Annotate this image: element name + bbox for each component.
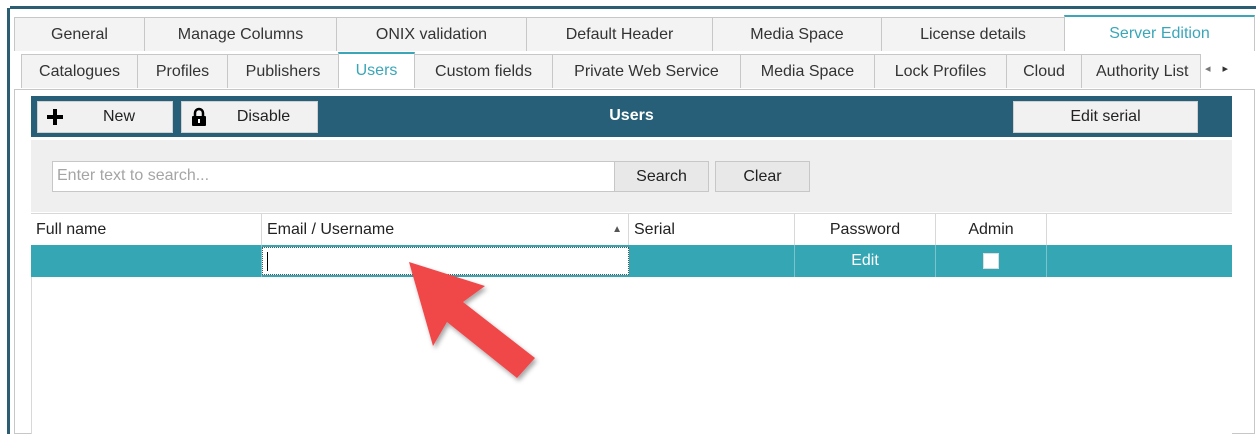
window-frame-left <box>0 0 10 434</box>
red-arrow-icon <box>409 262 535 378</box>
tab-media-space-general[interactable]: Media Space <box>712 17 882 51</box>
users-toolbar: Users New Disable Edit serial <box>31 96 1232 137</box>
window-frame-top <box>7 6 1256 9</box>
edit-serial-button[interactable]: Edit serial <box>1013 101 1198 133</box>
tab-custom-fields[interactable]: Custom fields <box>414 54 553 88</box>
tab-scroll-buttons: ◂▸ <box>1205 62 1240 75</box>
tab-cloud[interactable]: Cloud <box>1006 54 1082 88</box>
tab-general[interactable]: General <box>14 17 145 51</box>
password-edit-link[interactable]: Edit <box>795 245 936 277</box>
column-header-admin[interactable]: Admin <box>936 214 1047 245</box>
tab-private-web-service[interactable]: Private Web Service <box>552 54 741 88</box>
tab-server-edition[interactable]: Server Edition <box>1064 15 1255 51</box>
users-grid-header: Full name Email / Username ▲ Serial Pass… <box>31 213 1232 247</box>
table-row[interactable]: Edit <box>31 245 1232 277</box>
column-header-email-username[interactable]: Email / Username ▲ <box>262 214 629 245</box>
text-caret <box>267 252 268 271</box>
tab-authority-list[interactable]: Authority List <box>1081 54 1201 88</box>
disable-button[interactable]: Disable <box>181 101 318 133</box>
tab-onix-validation[interactable]: ONIX validation <box>336 17 527 51</box>
search-bar: ▼ Search Clear <box>31 140 1232 212</box>
cell-serial[interactable] <box>629 245 795 277</box>
lock-icon <box>188 106 210 128</box>
tab-license-details[interactable]: License details <box>881 17 1065 51</box>
chevron-right-icon[interactable]: ▸ <box>1223 63 1241 75</box>
chevron-left-icon[interactable]: ◂ <box>1205 63 1223 75</box>
search-input[interactable] <box>53 162 597 190</box>
tab-catalogues[interactable]: Catalogues <box>21 54 138 88</box>
tab-users[interactable]: Users <box>338 52 415 88</box>
tab-default-header[interactable]: Default Header <box>526 17 713 51</box>
sort-ascending-icon: ▲ <box>612 224 622 235</box>
column-header-password[interactable]: Password <box>795 214 936 245</box>
admin-checkbox-cell[interactable] <box>936 245 1047 277</box>
clear-button[interactable]: Clear <box>715 161 810 192</box>
column-header-serial[interactable]: Serial <box>629 214 795 245</box>
search-button[interactable]: Search <box>614 161 709 192</box>
cell-full-name[interactable] <box>31 245 262 277</box>
column-header-full-name[interactable]: Full name <box>31 214 262 245</box>
search-combobox[interactable]: ▼ <box>52 161 641 192</box>
tab-publishers[interactable]: Publishers <box>227 54 339 88</box>
new-button[interactable]: New <box>37 101 173 133</box>
tab-lock-profiles[interactable]: Lock Profiles <box>874 54 1007 88</box>
users-grid-body <box>31 277 1232 434</box>
tab-media-space[interactable]: Media Space <box>740 54 875 88</box>
tab-profiles[interactable]: Profiles <box>137 54 228 88</box>
plus-icon <box>44 106 66 128</box>
tab-manage-columns[interactable]: Manage Columns <box>144 17 337 51</box>
admin-checkbox[interactable] <box>983 253 999 269</box>
